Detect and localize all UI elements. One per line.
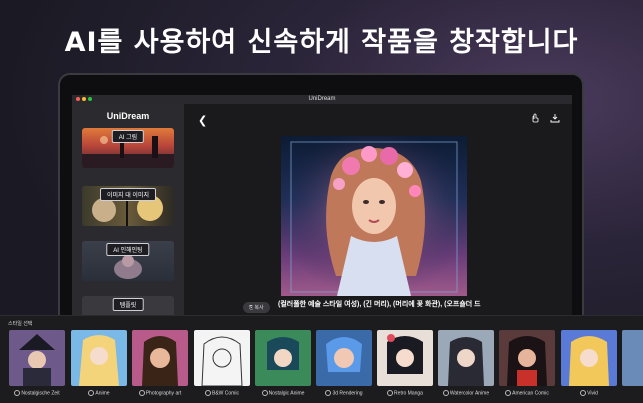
copy-button[interactable]: ⎘ 복사: [243, 302, 270, 313]
style-item-partial[interactable]: [622, 330, 643, 386]
style-thumbnail: [255, 330, 311, 386]
style-label: American Comic: [499, 390, 555, 396]
close-window-button[interactable]: [76, 97, 80, 101]
zoom-window-button[interactable]: [88, 97, 92, 101]
style-item-vivid[interactable]: Vivid: [561, 330, 617, 396]
window-title: UniDream: [308, 96, 336, 102]
style-thumbnail: [438, 330, 494, 386]
sidebar-item-label: 이미지 대 이미지: [100, 188, 156, 201]
style-label: B&W Comic: [194, 390, 250, 396]
style-item-anime[interactable]: Anime: [71, 330, 127, 396]
style-label: Vivid: [561, 390, 617, 396]
back-arrow-icon[interactable]: ❮: [198, 114, 207, 127]
sidebar-item-label: AI 인해인팅: [106, 243, 150, 256]
style-item-bw-comic[interactable]: B&W Comic: [194, 330, 250, 396]
style-item-american-comic[interactable]: American Comic: [499, 330, 555, 396]
style-item-watercolor-anime[interactable]: Watercolor Anime: [438, 330, 494, 396]
style-label: Anime: [71, 390, 127, 396]
minimize-window-button[interactable]: [82, 97, 86, 101]
style-header: 스타일 선택: [8, 321, 33, 327]
sidebar-item-ai-inpainting[interactable]: AI 인해인팅: [82, 241, 174, 281]
app-logo: UniDream: [72, 111, 184, 121]
style-label: Nostalgic Anime: [255, 390, 311, 396]
style-thumbnail: [71, 330, 127, 386]
style-label: Watercolor Anime: [438, 390, 494, 396]
style-thumbnail: [377, 330, 433, 386]
laptop-frame: UniDream UniDream AI 그림 이미지 대 이미지 AI 인해인…: [58, 73, 584, 335]
style-selector-panel: 스타일 선택 Nostalgische Zeit Anime Photograp…: [0, 315, 643, 403]
style-label: Retro Manga: [377, 390, 433, 396]
style-label: Nostalgische Zeit: [9, 390, 65, 396]
style-item-nostalgische-zeit[interactable]: Nostalgische Zeit: [9, 330, 65, 396]
style-thumbnail: [561, 330, 617, 386]
logo-text: niDream: [113, 111, 150, 121]
sidebar-item-image-to-image[interactable]: 이미지 대 이미지: [82, 186, 174, 226]
hand-touch-icon[interactable]: [530, 113, 540, 123]
style-label: 3d Rendering: [316, 390, 372, 396]
artwork-illustration: [281, 136, 467, 296]
sidebar-item-label: 템플릿: [112, 298, 144, 311]
promo-title: AI를 사용하여 신속하게 작품을 창작합니다: [64, 27, 579, 58]
copy-label: 복사: [254, 305, 264, 311]
window-controls: [76, 97, 92, 101]
generated-artwork: [281, 136, 467, 296]
style-item-3d-rendering[interactable]: 3d Rendering: [316, 330, 372, 396]
style-item-photography-art[interactable]: Photography art: [132, 330, 188, 396]
style-thumbnail: [316, 330, 372, 386]
main-panel: ❮ ⎘ 복사 (컬러풀한 예술 스타일 여성), (긴 머리), (머리에 꽃 …: [184, 104, 572, 335]
style-item-nostalgic-anime[interactable]: Nostalgic Anime: [255, 330, 311, 396]
style-label: Photography art: [132, 390, 188, 396]
title-bar: UniDream: [72, 95, 572, 104]
app-window: UniDream UniDream AI 그림 이미지 대 이미지 AI 인해인…: [72, 95, 572, 335]
style-thumbnail: [194, 330, 250, 386]
style-item-retro-manga[interactable]: Retro Manga: [377, 330, 433, 396]
style-thumbnail: [132, 330, 188, 386]
sidebar-item-ai-drawing[interactable]: AI 그림: [82, 128, 174, 168]
style-thumbnail: [9, 330, 65, 386]
prompt-text: (컬러풀한 예술 스타일 여성), (긴 머리), (머리에 꽃 화관), (오…: [278, 301, 481, 308]
sidebar: UniDream AI 그림 이미지 대 이미지 AI 인해인팅 템플릿: [72, 104, 184, 335]
sidebar-item-label: AI 그림: [111, 130, 145, 143]
download-icon[interactable]: [550, 113, 560, 123]
style-thumbnail: [499, 330, 555, 386]
